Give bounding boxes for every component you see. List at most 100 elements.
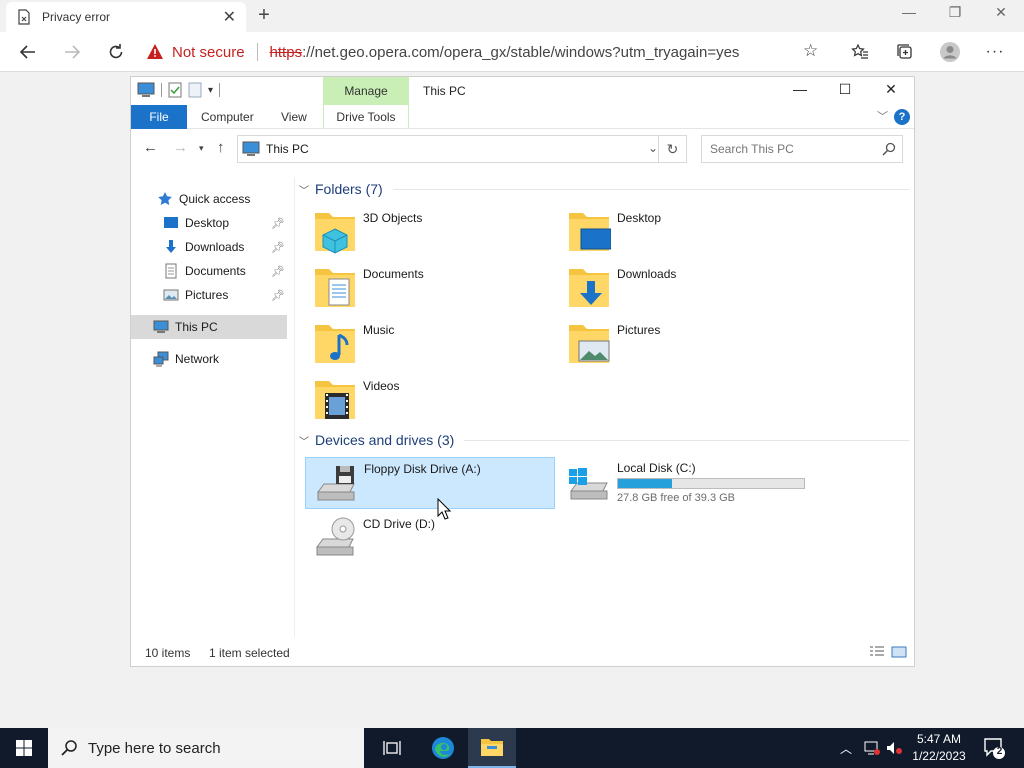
clock-time: 5:47 AM — [916, 732, 962, 746]
sidebar-item-pictures[interactable]: Pictures 📌︎ — [163, 283, 303, 307]
address-path-field[interactable]: This PC ⌄ ↻ — [237, 135, 687, 163]
network-status-icon[interactable] — [864, 741, 880, 755]
folder-downloads-icon — [569, 269, 609, 307]
drive-cd-d[interactable]: CD Drive (D:) — [305, 513, 555, 565]
drive-local-c[interactable]: Local Disk (C:) 27.8 GB free of 39.3 GB — [559, 457, 809, 509]
explorer-close-button[interactable]: ✕ — [871, 81, 911, 98]
sidebar-item-downloads[interactable]: Downloads 📌︎ — [163, 235, 303, 259]
back-button[interactable] — [16, 40, 40, 64]
sidebar-item-this-pc[interactable]: This PC — [131, 315, 287, 339]
explorer-minimize-button[interactable]: — — [780, 81, 820, 97]
customize-qa-icon[interactable]: ▾ — [208, 85, 213, 96]
pin-icon[interactable]: 📌︎ — [271, 241, 285, 254]
disk-usage-bar — [617, 478, 805, 489]
folder-label: Music — [363, 323, 395, 337]
task-view-icon — [383, 741, 401, 755]
folder-music[interactable]: Music — [305, 319, 555, 371]
taskbar-search-input[interactable] — [88, 739, 338, 757]
tab-computer[interactable]: Computer — [191, 105, 264, 129]
new-tab-button[interactable]: + — [254, 4, 274, 27]
taskbar: ︿ 5:47 AM 1/22/2023 2 — [0, 728, 1024, 768]
expand-ribbon-icon[interactable]: ﹀ — [877, 108, 888, 124]
search-icon[interactable] — [882, 142, 896, 156]
sidebar-label: Pictures — [185, 288, 229, 302]
sidebar-item-desktop[interactable]: Desktop 📌︎ — [163, 211, 303, 235]
tab-file[interactable]: File — [131, 105, 187, 129]
recent-locations-icon[interactable]: ▾ — [199, 143, 204, 154]
qa-separator — [219, 83, 221, 97]
notification-center-button[interactable]: 2 — [982, 736, 1006, 763]
not-secure-label[interactable]: Not secure — [172, 44, 245, 61]
folder-documents[interactable]: Documents — [305, 263, 555, 315]
minimize-button[interactable]: — — [894, 4, 924, 20]
explorer-forward-icon[interactable]: → — [173, 139, 188, 156]
forward-arrow-icon — [65, 45, 81, 59]
windows-logo-icon — [16, 740, 32, 756]
browser-tab[interactable]: Privacy error ✕ — [6, 2, 246, 32]
show-hidden-icons[interactable]: ︿ — [840, 740, 852, 757]
tab-drive-tools[interactable]: Drive Tools — [323, 105, 409, 129]
task-view-button[interactable] — [368, 728, 416, 768]
folder-videos[interactable]: Videos — [305, 375, 555, 427]
ribbon-tabs: File Computer View Drive Tools ﹀ ? — [131, 105, 914, 129]
manage-context-tab[interactable]: Manage — [323, 77, 409, 105]
tab-title: Privacy error — [42, 10, 111, 24]
restore-button[interactable]: ❐ — [940, 4, 970, 21]
explorer-maximize-button[interactable]: ☐ — [825, 81, 865, 98]
reload-button[interactable] — [104, 40, 128, 64]
edge-browser-icon — [432, 737, 454, 759]
file-explorer-window: ▾ Manage This PC — ☐ ✕ File Computer Vie… — [130, 76, 915, 667]
favorites-button[interactable] — [848, 40, 872, 64]
favorite-star-icon[interactable]: ☆ — [803, 41, 818, 61]
qa-separator — [161, 83, 162, 97]
new-folder-icon[interactable] — [188, 82, 202, 98]
folder-desktop[interactable]: Desktop — [559, 207, 809, 259]
folder-label: Documents — [363, 267, 424, 281]
properties-icon[interactable] — [168, 82, 182, 98]
folders-group-header[interactable]: ﹀ Folders (7) — [299, 181, 909, 197]
sidebar-label: Downloads — [185, 240, 245, 254]
details-view-icon[interactable] — [869, 646, 885, 658]
sidebar-item-documents[interactable]: Documents 📌︎ — [163, 259, 303, 283]
help-icon[interactable]: ? — [894, 109, 910, 125]
edge-taskbar-button[interactable] — [419, 728, 467, 768]
computer-icon[interactable] — [137, 82, 155, 98]
folder-downloads[interactable]: Downloads — [559, 263, 809, 315]
collapse-chevron-icon[interactable]: ﹀ — [299, 182, 309, 197]
folder-pictures-icon — [569, 325, 610, 363]
pin-icon[interactable]: 📌︎ — [271, 217, 285, 230]
tab-close-icon[interactable]: ✕ — [223, 7, 236, 27]
forward-button[interactable] — [60, 40, 84, 64]
collections-button[interactable] — [893, 40, 917, 64]
sidebar-item-quick-access[interactable]: Quick access — [157, 187, 250, 211]
settings-more-button[interactable]: ··· — [983, 40, 1007, 64]
pin-icon[interactable]: 📌︎ — [271, 265, 285, 278]
profile-button[interactable] — [938, 40, 962, 64]
taskbar-search[interactable] — [48, 728, 364, 768]
pin-icon[interactable]: 📌︎ — [271, 289, 285, 302]
large-icons-view-icon[interactable] — [891, 646, 907, 658]
up-level-icon[interactable]: ↑ — [217, 139, 225, 156]
disk-usage-fill — [618, 479, 673, 488]
folder-pictures[interactable]: Pictures — [559, 319, 809, 371]
search-input[interactable] — [710, 142, 870, 156]
close-browser-button[interactable]: ✕ — [986, 4, 1016, 21]
tab-view[interactable]: View — [271, 105, 317, 129]
path-dropdown-icon[interactable]: ⌄ — [648, 141, 658, 155]
drive-label: Floppy Disk Drive (A:) — [364, 462, 481, 476]
search-box[interactable] — [701, 135, 903, 163]
explorer-back-icon[interactable]: ← — [143, 139, 158, 156]
sidebar-item-network[interactable]: Network — [153, 347, 219, 371]
url-field[interactable]: Not secure https ://net.geo.opera.com/op… — [146, 38, 836, 66]
folder-3d-objects[interactable]: 3D Objects — [305, 207, 555, 259]
file-explorer-taskbar-button[interactable] — [468, 728, 516, 768]
devices-group-header[interactable]: ﹀ Devices and drives (3) — [299, 432, 909, 448]
window-title: This PC — [423, 84, 466, 98]
url-scheme: https — [269, 43, 303, 61]
refresh-icon[interactable]: ↻ — [658, 136, 686, 162]
start-button[interactable] — [0, 728, 48, 768]
collapse-chevron-icon[interactable]: ﹀ — [299, 433, 309, 448]
drive-floppy[interactable]: Floppy Disk Drive (A:) — [305, 457, 555, 509]
system-clock[interactable]: 5:47 AM 1/22/2023 — [900, 731, 978, 765]
notification-badge: 2 — [996, 746, 1003, 757]
